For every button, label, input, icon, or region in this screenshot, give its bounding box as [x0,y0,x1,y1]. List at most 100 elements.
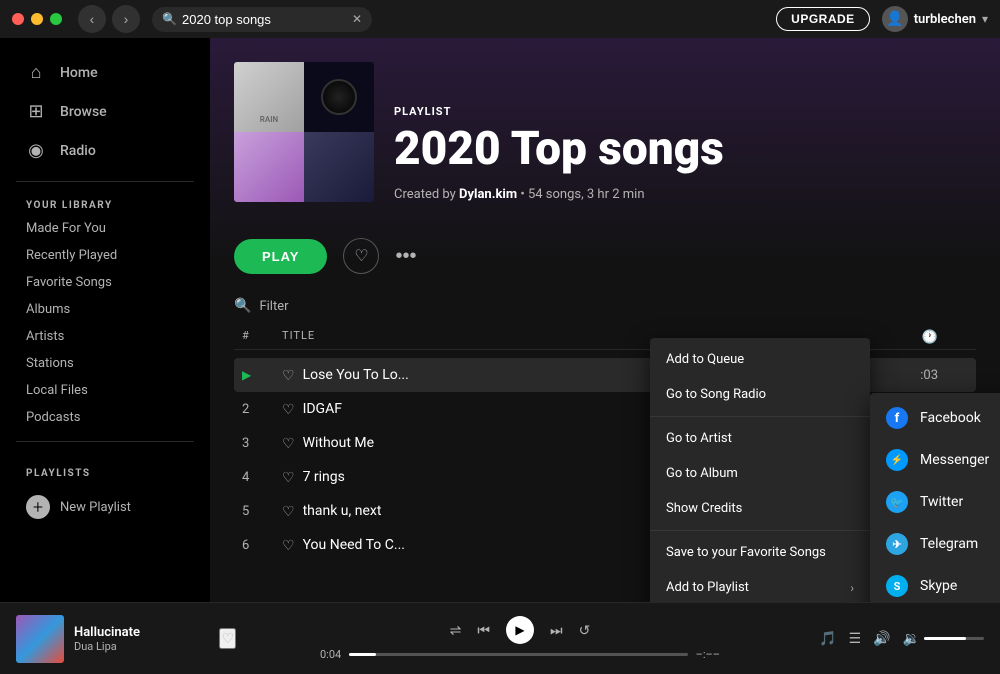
nav-forward-button[interactable]: › [112,5,140,33]
sidebar-item-label: Home [60,65,98,81]
queue-button[interactable]: ☰ [849,630,862,647]
sidebar-divider-2 [16,441,194,442]
now-playing-heart-button[interactable]: ♡ [219,628,236,649]
track-number: 2 [242,402,249,417]
track-time: :03 [888,368,938,383]
filter-text: Filter [259,299,288,314]
plus-circle-icon: + [26,495,50,519]
heart-button[interactable]: ♡ [343,238,379,274]
playlist-title: 2020 Top songs [394,124,976,175]
upgrade-button[interactable]: UPGRADE [776,7,870,31]
track-heart-button[interactable]: ♡ [282,503,295,520]
context-menu-item-save-favorites[interactable]: Save to your Favorite Songs [650,535,870,570]
progress-bar-area: 0:04 –:–– [320,648,720,661]
search-input[interactable] [152,7,372,32]
track-heart-button[interactable]: ♡ [282,537,295,554]
new-playlist-button[interactable]: + New Playlist [16,487,194,527]
now-playing-title: Hallucinate [74,625,209,640]
chevron-down-icon: ▾ [982,12,988,26]
skype-label: Skype [920,578,957,594]
user-area[interactable]: 👤 turblechen ▾ [882,6,988,32]
cover-tile-4 [304,132,374,202]
nav-back-button[interactable]: ‹ [78,5,106,33]
track-heart-button[interactable]: ♡ [282,367,295,384]
progress-bar[interactable] [349,653,687,656]
fullscreen-button[interactable] [50,13,62,25]
playlist-creator: Dylan.kim [459,187,517,202]
sidebar: ⌂ Home ⊞ Browse ◉ Radio YOUR LIBRARY Mad… [0,38,210,602]
messenger-label: Messenger [920,452,989,468]
close-button[interactable] [12,13,24,25]
share-facebook-button[interactable]: f Facebook [870,397,1000,439]
track-heart-button[interactable]: ♡ [282,435,295,452]
volume-icon[interactable]: 🔉 [903,630,920,647]
track-num-area: ▶ 1 [242,368,282,382]
share-twitter-button[interactable]: 🐦 Twitter [870,481,1000,523]
context-menu-item-show-credits[interactable]: Show Credits [650,491,870,526]
next-button[interactable]: ⏭ [550,622,563,639]
sidebar-item-podcasts[interactable]: Podcasts [16,404,194,431]
track-heart-button[interactable]: ♡ [282,401,295,418]
now-playing-controls: ⇌ ⏮ ▶ ⏭ ↺ 0:04 –:–– [236,616,804,661]
home-icon: ⌂ [26,62,46,83]
sidebar-item-radio[interactable]: ◉ Radio [16,132,194,169]
action-bar: PLAY ♡ ••• [210,222,1000,290]
context-menu-item-go-to-album[interactable]: Go to Album [650,456,870,491]
play-pause-button[interactable]: ▶ [506,616,534,644]
clock-icon: 🕐 [922,330,938,345]
search-clear-icon[interactable]: ✕ [352,12,362,26]
share-telegram-button[interactable]: ✈ Telegram [870,523,1000,565]
lyrics-button[interactable]: 🎵 [819,630,836,647]
progress-fill [349,653,376,656]
playlist-header: RAIN PLAYLIST 2020 Top songs Created by … [210,38,1000,222]
sidebar-item-local-files[interactable]: Local Files [16,377,194,404]
context-menu-item-add-to-playlist[interactable]: Add to Playlist › [650,570,870,602]
content-area: RAIN PLAYLIST 2020 Top songs Created by … [210,38,1000,602]
col-title-header: TITLE [282,329,585,342]
sidebar-item-made-for-you[interactable]: Made For You [16,215,194,242]
share-messenger-button[interactable]: ⚡ Messenger [870,439,1000,481]
play-button[interactable]: PLAY [234,239,327,274]
now-playing-bar: Hallucinate Dua Lipa ♡ ⇌ ⏮ ▶ ⏭ ↺ 0:04 –:… [0,602,1000,674]
sidebar-item-home[interactable]: ⌂ Home [16,54,194,91]
track-heart-button[interactable]: ♡ [282,469,295,486]
repeat-button[interactable]: ↺ [579,622,591,639]
context-menu-divider [650,530,870,531]
context-menu-item-add-to-queue[interactable]: Add to Queue [650,342,870,377]
username-label: turblechen [914,12,976,27]
minimize-button[interactable] [31,13,43,25]
titlebar: ‹ › 🔍 ✕ UPGRADE 👤 turblechen ▾ [0,0,1000,38]
volume-fill [924,637,966,640]
now-playing-info: Hallucinate Dua Lipa [74,625,209,653]
twitter-icon: 🐦 [886,491,908,513]
device-button[interactable]: 🔊 [873,630,890,647]
track-number: 5 [242,504,249,519]
sidebar-divider-1 [16,181,194,182]
np-extra-controls: 🎵 ☰ 🔊 🔉 [804,630,984,647]
context-menu-item-go-to-artist[interactable]: Go to Artist [650,421,870,456]
prev-button[interactable]: ⏮ [477,622,490,639]
sidebar-item-recently-played[interactable]: Recently Played [16,242,194,269]
context-menu-divider [650,416,870,417]
playlists-section-title: PLAYLISTS [16,452,194,487]
track-num-area: ▶ 3 [242,436,282,451]
shuffle-button[interactable]: ⇌ [450,622,462,639]
sidebar-item-stations[interactable]: Stations [16,350,194,377]
skype-icon: S [886,575,908,597]
share-submenu: f Facebook ⚡ Messenger 🐦 Twitter ✈ Teleg… [870,393,1000,602]
sidebar-item-label: Radio [60,143,96,159]
track-num-area: ▶ 4 [242,470,282,485]
sidebar-nav-section: ⌂ Home ⊞ Browse ◉ Radio [0,54,210,171]
volume-bar[interactable] [924,637,984,640]
sidebar-item-favorite-songs[interactable]: Favorite Songs [16,269,194,296]
main-layout: ⌂ Home ⊞ Browse ◉ Radio YOUR LIBRARY Mad… [0,38,1000,602]
context-menu: Add to Queue Go to Song Radio Go to Arti… [650,338,870,602]
sidebar-item-artists[interactable]: Artists [16,323,194,350]
nav-buttons: ‹ › [78,5,140,33]
share-skype-button[interactable]: S Skype [870,565,1000,602]
more-options-button[interactable]: ••• [395,245,416,268]
context-menu-item-go-to-song-radio[interactable]: Go to Song Radio [650,377,870,412]
sidebar-item-browse[interactable]: ⊞ Browse [16,93,194,130]
now-playing-thumbnail [16,615,64,663]
sidebar-item-albums[interactable]: Albums [16,296,194,323]
